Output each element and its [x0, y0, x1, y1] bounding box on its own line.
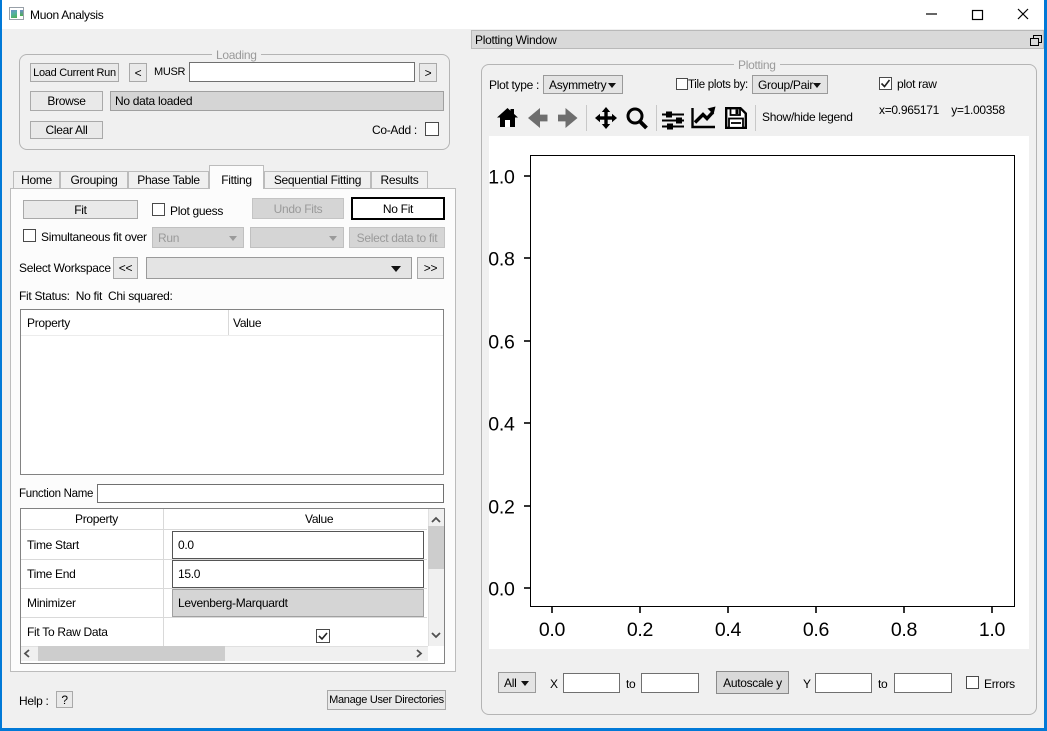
svg-text:0.0: 0.0 [489, 579, 515, 601]
svg-text:1.0: 1.0 [979, 619, 1006, 641]
svg-text:0.8: 0.8 [489, 249, 515, 271]
svg-text:0.6: 0.6 [489, 332, 515, 354]
svg-text:1.0: 1.0 [489, 167, 515, 189]
svg-text:0.6: 0.6 [803, 619, 829, 641]
svg-text:0.4: 0.4 [715, 619, 742, 641]
svg-text:0.4: 0.4 [489, 414, 515, 436]
svg-text:0.2: 0.2 [627, 619, 653, 641]
svg-text:0.0: 0.0 [539, 619, 566, 641]
svg-text:0.8: 0.8 [891, 619, 917, 641]
svg-text:0.2: 0.2 [489, 497, 515, 519]
